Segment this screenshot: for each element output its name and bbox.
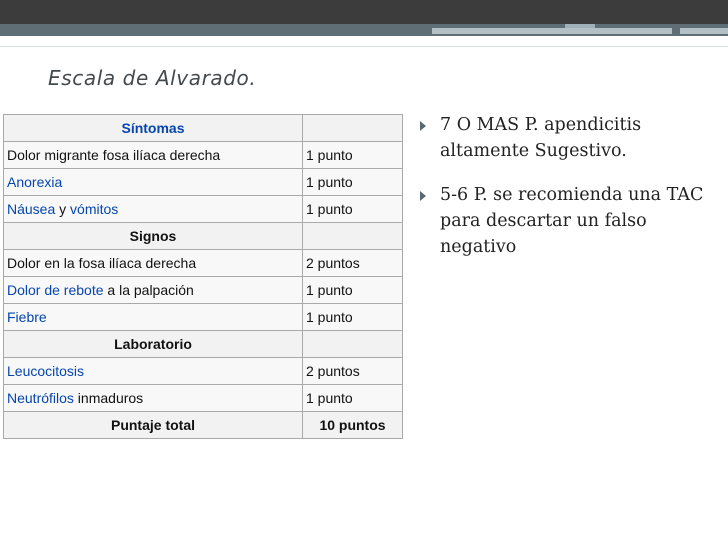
bullet-list: 7 O MAS P. apendicitis altamente Sugesti… (418, 112, 723, 278)
criterion-score: 1 punto (302, 141, 403, 169)
criterion-link-leucocitosis[interactable]: Leucocitosis (3, 357, 303, 385)
criterion-score: 1 punto (302, 168, 403, 196)
table-row: Dolor de rebote a la palpación 1 punto (3, 276, 403, 304)
table-row: Anorexia 1 punto (3, 168, 403, 196)
criterion-link-anorexia[interactable]: Anorexia (3, 168, 303, 196)
criterion-label-text: inmaduros (73, 390, 144, 406)
slide-title: Escala de Alvarado. (48, 66, 257, 90)
total-row: Puntaje total 10 puntos (3, 411, 403, 439)
criterion-link-neutrofilos[interactable]: Neutrófilos (7, 390, 74, 406)
total-label: Puntaje total (3, 411, 303, 439)
section-header-laboratorio: Laboratorio (3, 330, 303, 358)
table-row: Dolor en la fosa ilíaca derecha 2 puntos (3, 249, 403, 277)
stripe-block (432, 28, 672, 34)
bullet-arrow-icon (420, 191, 426, 201)
section-header-signos: Signos (3, 222, 303, 250)
criterion-link-rebote[interactable]: Dolor de rebote (7, 282, 104, 298)
bullet-item: 7 O MAS P. apendicitis altamente Sugesti… (418, 112, 723, 164)
table-row: Náusea y vómitos 1 punto (3, 195, 403, 223)
table-row: Dolor migrante fosa ilíaca derecha 1 pun… (3, 141, 403, 169)
total-score: 10 puntos (302, 411, 403, 439)
bullet-text: 7 O MAS P. apendicitis altamente Sugesti… (440, 115, 642, 161)
criterion-label: Náusea y vómitos (3, 195, 303, 223)
criterion-label: Dolor de rebote a la palpación (3, 276, 303, 304)
criterion-link-nausea[interactable]: Náusea (7, 201, 55, 217)
table-row: Neutrófilos inmaduros 1 punto (3, 384, 403, 412)
section-header-row: Síntomas (3, 114, 403, 142)
criterion-score: 1 punto (302, 303, 403, 331)
slide-top-bar (0, 0, 728, 24)
criterion-score: 2 puntos (302, 357, 403, 385)
criterion-link-vomitos[interactable]: vómitos (70, 201, 118, 217)
criterion-label-text: a la palpación (103, 282, 194, 298)
bullet-item: 5-6 P. se recomienda una TAC para descar… (418, 182, 723, 260)
bullet-text: 5-6 P. se recomienda una TAC para descar… (440, 185, 704, 257)
empty-cell (302, 114, 403, 142)
criterion-label: Neutrófilos inmaduros (3, 384, 303, 412)
stripe-block (680, 28, 728, 34)
section-header-row: Signos (3, 222, 403, 250)
stripe-block (565, 24, 595, 28)
criterion-score: 1 punto (302, 384, 403, 412)
table-row: Leucocitosis 2 puntos (3, 357, 403, 385)
criterion-score: 1 punto (302, 276, 403, 304)
criterion-label-text: y (55, 201, 71, 217)
criterion-label: Dolor en la fosa ilíaca derecha (3, 249, 303, 277)
divider (0, 46, 728, 47)
section-header-sintomas[interactable]: Síntomas (3, 114, 303, 142)
slide-accent-stripe (0, 24, 728, 36)
bullet-arrow-icon (420, 121, 426, 131)
criterion-score: 2 puntos (302, 249, 403, 277)
empty-cell (302, 222, 403, 250)
empty-cell (302, 330, 403, 358)
section-header-row: Laboratorio (3, 330, 403, 358)
table-row: Fiebre 1 punto (3, 303, 403, 331)
criterion-link-fiebre[interactable]: Fiebre (3, 303, 303, 331)
alvarado-table: Síntomas Dolor migrante fosa ilíaca dere… (3, 114, 403, 439)
criterion-score: 1 punto (302, 195, 403, 223)
criterion-label: Dolor migrante fosa ilíaca derecha (3, 141, 303, 169)
